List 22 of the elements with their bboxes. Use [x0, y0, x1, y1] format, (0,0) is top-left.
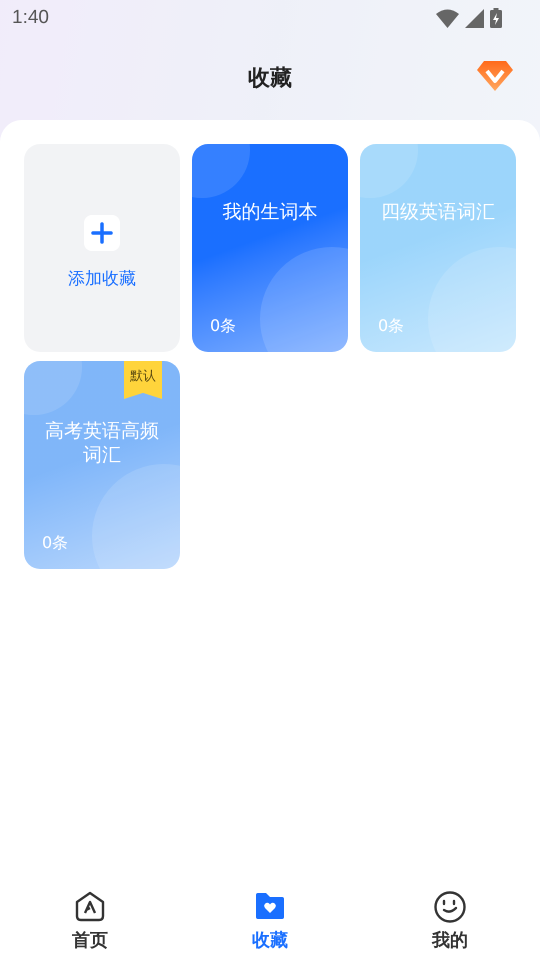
word-count: 0条 — [42, 533, 68, 554]
word-count: 0条 — [210, 316, 236, 337]
plus-icon — [84, 214, 120, 250]
nav-tab[interactable]: 首页 — [0, 870, 180, 960]
status-time: 1:40 — [12, 7, 49, 29]
word-count: 0条 — [378, 316, 404, 337]
nav-tab[interactable]: 收藏 — [180, 870, 360, 960]
add-collection-button[interactable]: 添加收藏 — [24, 144, 180, 352]
nav-tab[interactable]: 我的 — [360, 870, 540, 960]
signal-icon — [465, 8, 484, 28]
default-badge: 默认 — [124, 361, 162, 399]
collection-card[interactable]: 高考英语高频词汇 0条 默认 — [24, 361, 180, 569]
home-icon — [73, 890, 107, 924]
collection-title: 四级英语词汇 — [380, 200, 496, 224]
battery-icon — [490, 8, 502, 28]
smiley-icon — [433, 890, 467, 924]
collection-title: 高考英语高频词汇 — [44, 419, 160, 467]
wifi-icon — [436, 8, 459, 28]
diamond-icon[interactable] — [476, 60, 514, 92]
collection-card[interactable]: 我的生词本 0条 — [192, 144, 348, 352]
page-title: 收藏 — [248, 65, 292, 93]
collection-title: 我的生词本 — [222, 200, 318, 224]
